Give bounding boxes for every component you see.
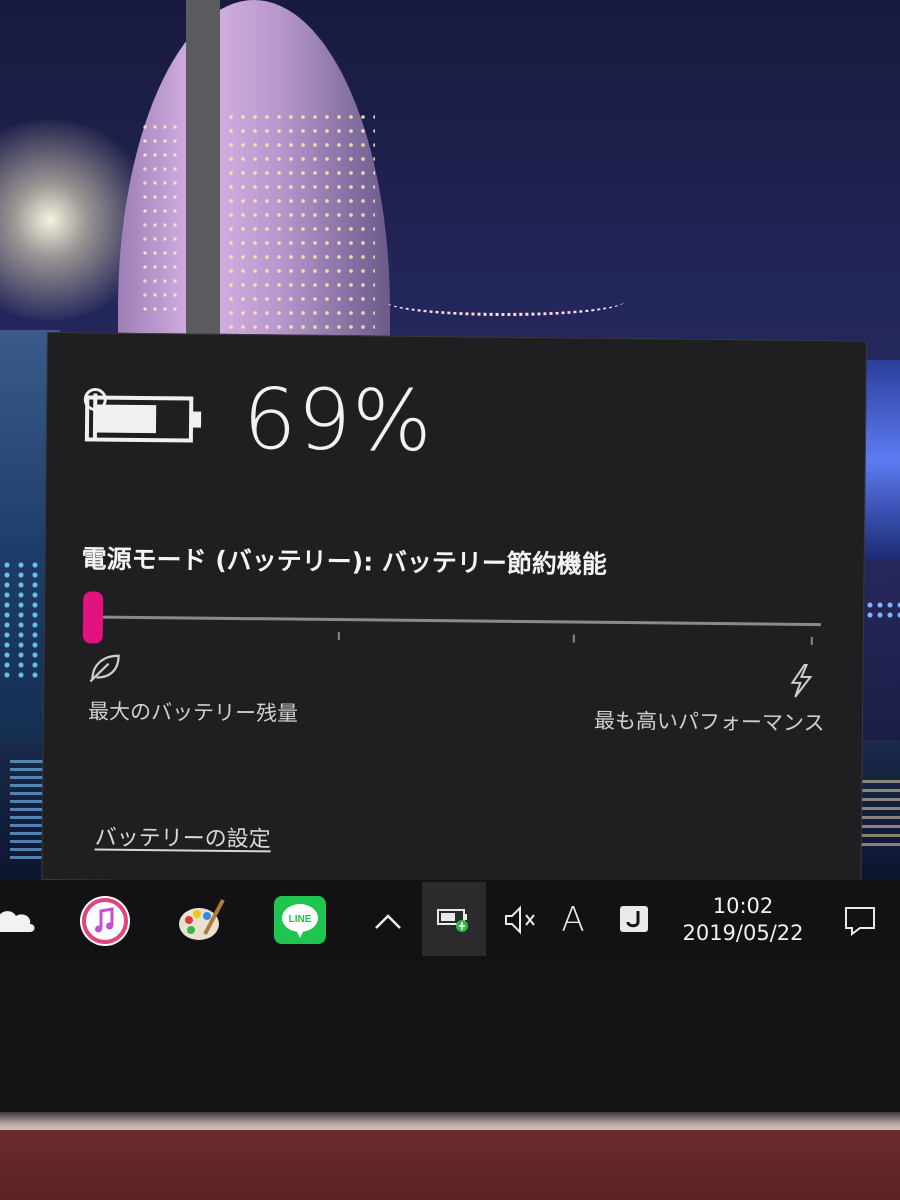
chevron-up-icon[interactable]: [370, 906, 406, 936]
slider-tick: [337, 632, 340, 641]
slider-tick: [810, 637, 813, 646]
power-mode-slider[interactable]: [82, 591, 821, 649]
volume-mute-icon[interactable]: [500, 902, 540, 938]
tower-lights: [225, 110, 375, 330]
lightning-bolt-icon: [790, 663, 813, 698]
battery-tray-icon[interactable]: [422, 882, 486, 956]
svg-text:LINE: LINE: [289, 914, 312, 925]
ime-j-icon[interactable]: [616, 902, 652, 936]
max-performance-label: 最も高いパフォーマンス: [593, 708, 825, 736]
slider-track[interactable]: [93, 615, 821, 627]
tower-core: [186, 0, 220, 340]
paint-icon[interactable]: [175, 896, 227, 944]
battery-settings-link[interactable]: バッテリーの設定: [95, 820, 271, 854]
monitor-edge: [0, 1112, 900, 1132]
notification-icon[interactable]: [840, 902, 880, 938]
tower-lights-left: [140, 120, 182, 320]
min-battery-label: 最大のバッテリー残量: [87, 699, 299, 726]
monitor-bezel: [0, 960, 900, 1120]
line-icon[interactable]: LINE: [274, 896, 326, 944]
clock-time: 10:02: [712, 893, 774, 918]
slider-tick: [572, 634, 575, 643]
power-mode-label: 電源モード (バッテリー): バッテリー節約機能: [81, 544, 608, 579]
ime-indicator[interactable]: A: [552, 898, 594, 942]
onedrive-icon[interactable]: [0, 902, 36, 936]
battery-charging-icon: [83, 388, 202, 443]
battery-percent: 69%: [242, 370, 434, 471]
itunes-icon[interactable]: [80, 896, 130, 946]
taskbar: LINE A 10:02 2019/05/22: [0, 880, 900, 960]
desk-surface: [0, 1130, 900, 1200]
string-lights: [385, 286, 625, 316]
clock[interactable]: 10:02 2019/05/22: [668, 888, 818, 952]
slider-thumb[interactable]: [82, 591, 104, 644]
battery-flyout: 69% 電源モード (バッテリー): バッテリー節約機能 最大のバッテリー残量 …: [41, 332, 867, 889]
leaf-icon: [89, 654, 120, 683]
right-buildings: [862, 360, 900, 560]
clock-date: 2019/05/22: [682, 921, 804, 945]
